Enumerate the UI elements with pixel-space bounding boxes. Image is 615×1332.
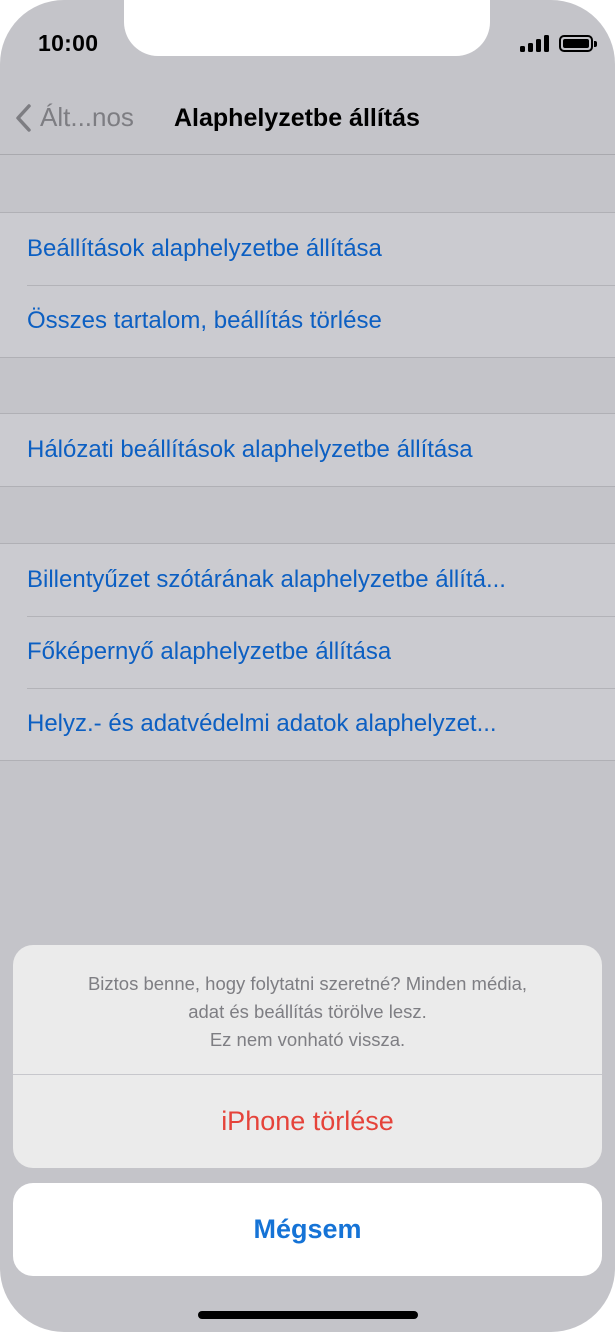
reset-home-screen-item[interactable]: Főképernyő alaphelyzetbe állítása — [0, 616, 615, 688]
back-button-label: Ált...nos — [40, 102, 134, 132]
chevron-left-icon — [16, 103, 31, 132]
reset-group-2: Hálózati beállítások alaphelyzetbe állít… — [0, 413, 615, 487]
reset-group-1: Beállítások alaphelyzetbe állítása Össze… — [0, 212, 615, 358]
phone-screen: 10:00 Ált...nos Alaphelyzetbe állítás Be… — [0, 0, 615, 1332]
cellular-signal-icon — [520, 34, 549, 52]
home-indicator[interactable] — [198, 1311, 418, 1319]
action-sheet-message-line: adat és beállítás törölve lesz. — [188, 1001, 427, 1022]
action-sheet: Biztos benne, hogy folytatni szeretné? M… — [13, 945, 602, 1168]
status-icons — [520, 34, 597, 52]
reset-location-privacy-item[interactable]: Helyz.- és adatvédelmi adatok alaphelyze… — [0, 688, 615, 760]
action-sheet-message: Biztos benne, hogy folytatni szeretné? M… — [13, 945, 602, 1075]
status-time: 10:00 — [38, 30, 99, 56]
notch — [124, 0, 490, 56]
list-item-label: Billentyűzet szótárának alaphelyzetbe ál… — [27, 566, 506, 593]
action-sheet-message-line: Biztos benne, hogy folytatni szeretné? M… — [87, 973, 528, 994]
cancel-button[interactable]: Mégsem — [13, 1183, 602, 1276]
list-item-label: Hálózati beállítások alaphelyzetbe állít… — [27, 436, 473, 463]
list-item-label: Főképernyő alaphelyzetbe állítása — [27, 638, 392, 665]
action-sheet-message-line: Ez nem vonható vissza. — [209, 1029, 406, 1050]
erase-iphone-button[interactable]: iPhone törlése — [13, 1075, 602, 1168]
erase-all-content-item[interactable]: Összes tartalom, beállítás törlése — [0, 285, 615, 357]
battery-icon — [559, 34, 597, 52]
list-item-label: Összes tartalom, beállítás törlése — [27, 307, 382, 334]
list-item-label: Beállítások alaphelyzetbe állítása — [27, 235, 382, 262]
page-title: Alaphelyzetbe állítás — [174, 104, 420, 132]
reset-settings-item[interactable]: Beállítások alaphelyzetbe állítása — [0, 213, 615, 285]
back-button[interactable]: Ált...nos — [14, 102, 134, 133]
list-item-label: Helyz.- és adatvédelmi adatok alaphelyze… — [27, 710, 497, 737]
navigation-bar: Ált...nos Alaphelyzetbe állítás — [0, 80, 615, 155]
reset-group-3: Billentyűzet szótárának alaphelyzetbe ál… — [0, 543, 615, 761]
reset-network-settings-item[interactable]: Hálózati beállítások alaphelyzetbe állít… — [0, 414, 615, 486]
reset-keyboard-dictionary-item[interactable]: Billentyűzet szótárának alaphelyzetbe ál… — [0, 544, 615, 616]
